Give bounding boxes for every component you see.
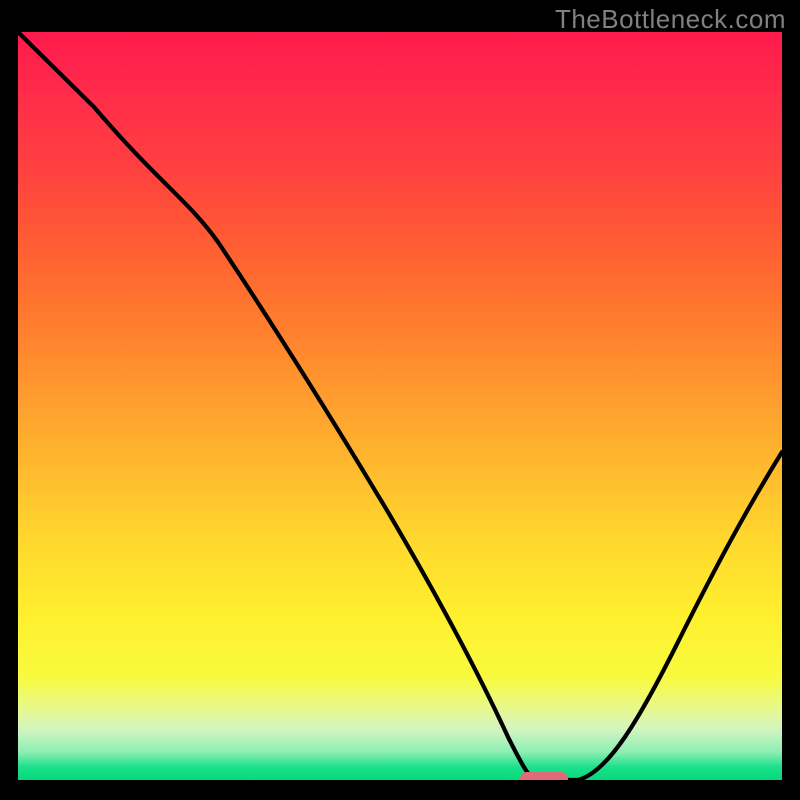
watermark-text: TheBottleneck.com <box>555 4 786 35</box>
plot-area <box>18 32 782 782</box>
curve-path <box>18 32 782 780</box>
x-axis-line <box>18 780 782 782</box>
chart-frame: TheBottleneck.com <box>0 0 800 800</box>
chart-svg <box>18 32 782 782</box>
